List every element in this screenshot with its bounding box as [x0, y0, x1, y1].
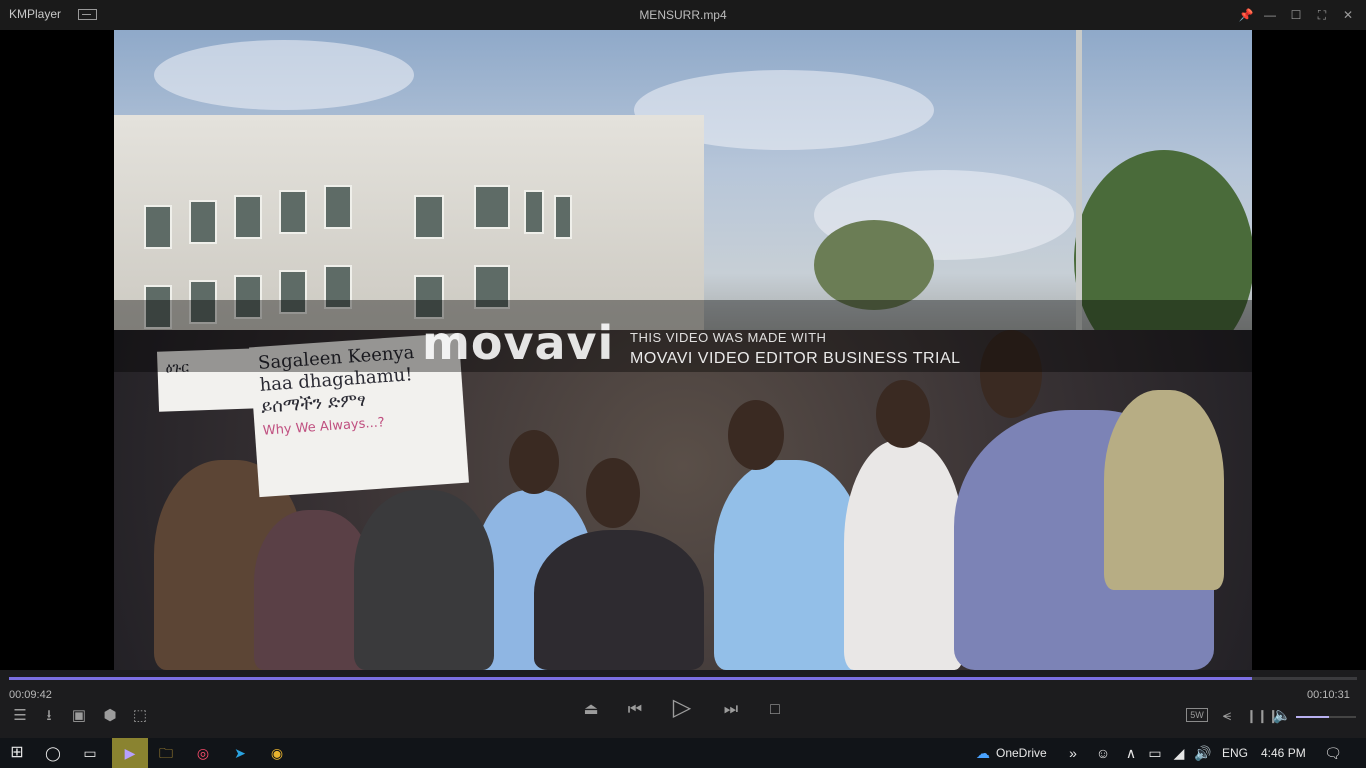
file-explorer-icon[interactable]: 🗀 — [155, 742, 177, 764]
people-icon[interactable]: ☺ — [1092, 742, 1114, 764]
speed-icon[interactable]: 5W — [1186, 708, 1208, 722]
elapsed-time: 00:09:42 — [9, 689, 52, 701]
3d-icon[interactable]: ⬢ — [100, 706, 120, 726]
show-hidden-icons-icon[interactable]: ∧ — [1120, 742, 1142, 764]
stop-icon[interactable]: □ — [764, 700, 786, 720]
volume-level — [1296, 716, 1329, 718]
opera-icon[interactable]: ◎ — [192, 742, 214, 764]
vr-icon[interactable]: ▣ — [68, 706, 90, 726]
subtitle-icon[interactable]: ⪪ — [1216, 706, 1238, 726]
minimize-icon[interactable]: — — [1260, 5, 1280, 25]
volume-slider[interactable] — [1296, 716, 1356, 718]
sign-text-3: Why We Always...? — [262, 415, 386, 439]
maximize-icon[interactable]: ☐ — [1286, 5, 1306, 25]
close-icon[interactable]: ✕ — [1338, 5, 1358, 25]
taskbar: ⊞ ◯ ▭ ▶ 🗀 ◎ ➤ ◉ ☁ OneDrive » ☺ ∧ ▭ ◢ 🔊 E… — [0, 738, 1366, 768]
video-editor-icon[interactable]: ▶ — [112, 738, 148, 768]
overflow-chevron-icon[interactable]: » — [1062, 742, 1084, 764]
playlist-icon[interactable]: ☰ — [10, 706, 30, 726]
notifications-icon[interactable]: 🗨 — [1322, 742, 1344, 764]
play-icon[interactable]: ▷ — [668, 696, 696, 720]
equalizer-icon[interactable]: ❙❙❙ — [1246, 706, 1279, 726]
eject-icon[interactable]: ⏏ — [580, 700, 602, 720]
previous-icon[interactable]: ⏮ — [624, 700, 646, 720]
pin-icon[interactable]: 📌 — [1236, 5, 1256, 25]
network-icon[interactable]: ◢ — [1168, 742, 1190, 764]
video-area[interactable]: Sagaleen Keenya haa dhagahamu! ይሰማችን ድምፃ… — [0, 30, 1366, 670]
next-icon[interactable]: ⏭ — [720, 700, 742, 720]
windows-start-icon[interactable]: ⊞ — [6, 742, 28, 764]
onedrive-label[interactable]: OneDrive — [996, 746, 1047, 760]
file-title: MENSURR.mp4 — [639, 8, 727, 22]
onedrive-icon[interactable]: ☁ — [972, 742, 994, 764]
total-time: 00:10:31 — [1307, 689, 1350, 701]
telegram-icon[interactable]: ➤ — [229, 742, 251, 764]
watermark-logo: movavi — [422, 316, 615, 370]
chrome-icon[interactable]: ◉ — [266, 742, 288, 764]
seek-bar[interactable] — [9, 677, 1357, 680]
fullscreen-icon[interactable]: ⛶ — [1312, 5, 1332, 25]
seek-progress — [9, 677, 1252, 680]
task-view-icon[interactable]: ▭ — [79, 742, 101, 764]
open-file-icon[interactable]: ⭳ — [39, 706, 59, 726]
capture-icon[interactable]: ⬚ — [129, 706, 151, 726]
cortana-icon[interactable]: ◯ — [42, 742, 64, 764]
speaker-icon[interactable]: 🔊 — [1192, 742, 1214, 764]
watermark-line-1: THIS VIDEO WAS MADE WITH — [630, 330, 827, 345]
title-bar: KMPlayer MENSURR.mp4 📌 — ☐ ⛶ ✕ — [0, 0, 1366, 30]
watermark-line-2: MOVAVI VIDEO EDITOR BUSINESS TRIAL — [630, 350, 961, 367]
control-bar: 00:09:42 00:10:31 ☰ ⭳ ▣ ⬢ ⬚ ⏏ ⏮ ▷ ⏭ □ 5W… — [0, 670, 1366, 738]
video-frame[interactable]: Sagaleen Keenya haa dhagahamu! ይሰማችን ድምፃ… — [114, 30, 1252, 670]
volume-icon[interactable]: 🔈 — [1272, 706, 1292, 726]
clock[interactable]: 4:46 PM — [1261, 746, 1306, 760]
language-indicator[interactable]: ENG — [1222, 746, 1248, 760]
battery-icon[interactable]: ▭ — [1144, 742, 1166, 764]
